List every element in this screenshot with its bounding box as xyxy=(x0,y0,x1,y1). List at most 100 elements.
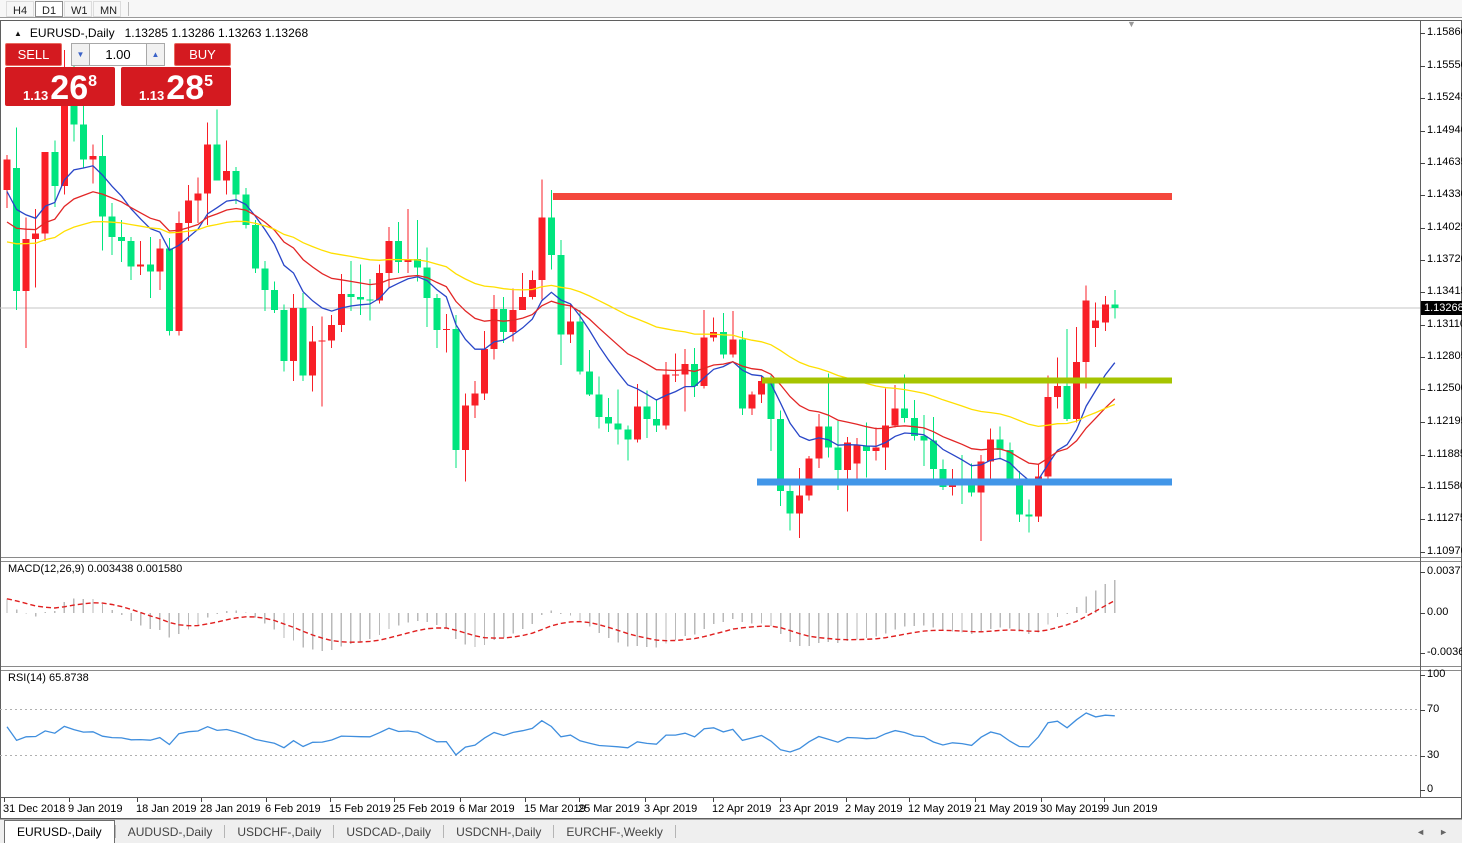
buy-price-display[interactable]: 1.13 28 5 xyxy=(121,67,231,106)
macd-axis-label: 0.00 xyxy=(1427,606,1448,618)
sell-button[interactable]: SELL xyxy=(5,43,62,66)
date-axis-label: 25 Mar 2019 xyxy=(578,803,640,815)
tab-scroll-right-icon[interactable]: ► xyxy=(1439,827,1448,837)
volume-decrease-button[interactable]: ▼ xyxy=(71,43,90,66)
macd-label: MACD(12,26,9) 0.003438 0.001580 xyxy=(8,563,182,575)
rsi-indicator-pane[interactable] xyxy=(0,669,1420,797)
axis-tick xyxy=(1420,228,1425,229)
price-axis-label: 1.11275 xyxy=(1427,512,1462,524)
axis-tick xyxy=(460,798,461,802)
current-price-tag: 1.13268 xyxy=(1421,301,1462,315)
axis-tick xyxy=(645,798,646,802)
tab-eurusd-daily[interactable]: EURUSD-,Daily xyxy=(4,820,115,843)
tab-usdcnh-daily[interactable]: USDCNH-,Daily xyxy=(444,820,553,843)
axis-tick xyxy=(1420,98,1425,99)
collapse-chart-icon[interactable]: ▲ xyxy=(14,29,22,38)
tab-audusd-daily[interactable]: AUDUSD-,Daily xyxy=(116,820,225,843)
one-click-trading-panel: SELL ▼ ▲ BUY 1.13 26 8 1.13 28 5 xyxy=(5,43,231,106)
date-axis-label: 25 Feb 2019 xyxy=(393,803,455,815)
timeframe-button-d1[interactable]: D1 xyxy=(35,1,63,17)
date-axis-label: 2 May 2019 xyxy=(845,803,902,815)
axis-tick xyxy=(525,798,526,802)
date-axis-label: 30 May 2019 xyxy=(1040,803,1104,815)
price-axis-label: 1.12500 xyxy=(1427,382,1462,394)
volume-increase-button[interactable]: ▲ xyxy=(146,43,165,66)
price-axis-label: 1.14635 xyxy=(1427,156,1462,168)
axis-tick xyxy=(1420,552,1425,553)
price-axis-label: 1.13720 xyxy=(1427,253,1462,265)
axis-tick xyxy=(1041,798,1042,802)
axis-tick xyxy=(1420,756,1425,757)
chart-symbol-title: EURUSD-,Daily xyxy=(30,26,115,40)
date-axis-label: 15 Feb 2019 xyxy=(329,803,391,815)
date-axis-label: 31 Dec 2018 xyxy=(3,803,65,815)
date-axis-label: 21 May 2019 xyxy=(974,803,1038,815)
price-axis-label: 1.11580 xyxy=(1427,480,1462,492)
timeframe-button-mn[interactable]: MN xyxy=(93,1,121,17)
axis-tick xyxy=(1420,572,1425,573)
price-axis-label: 1.15245 xyxy=(1427,91,1462,103)
axis-tick xyxy=(1420,653,1425,654)
tab-scroll-left-icon[interactable]: ◄ xyxy=(1416,827,1425,837)
axis-tick xyxy=(1420,675,1425,676)
date-axis-label: 6 Mar 2019 xyxy=(459,803,515,815)
axis-tick xyxy=(201,798,202,802)
price-axis-label: 1.15550 xyxy=(1427,59,1462,71)
axis-tick xyxy=(330,798,331,802)
price-axis-label: 1.10970 xyxy=(1427,545,1462,557)
chart-tab-bar: EURUSD-,Daily AUDUSD-,Daily USDCHF-,Dail… xyxy=(0,819,1462,843)
price-axis-label: 1.12805 xyxy=(1427,350,1462,362)
date-axis-label: 9 Jun 2019 xyxy=(1103,803,1157,815)
axis-tick xyxy=(1420,66,1425,67)
date-axis-label: 28 Jan 2019 xyxy=(200,803,261,815)
trade-panel-controls: SELL ▼ ▲ BUY xyxy=(5,43,231,66)
price-axis-label: 1.11885 xyxy=(1427,448,1462,460)
date-axis-label: 12 May 2019 xyxy=(908,803,972,815)
axis-tick xyxy=(1420,357,1425,358)
axis-tick xyxy=(579,798,580,802)
date-axis-label: 23 Apr 2019 xyxy=(779,803,838,815)
tab-usdcad-daily[interactable]: USDCAD-,Daily xyxy=(334,820,443,843)
spacer xyxy=(165,43,174,66)
macd-axis-label: -0.003682 xyxy=(1427,646,1462,658)
tab-usdchf-daily[interactable]: USDCHF-,Daily xyxy=(225,820,333,843)
axis-tick xyxy=(1420,487,1425,488)
axis-tick xyxy=(1420,455,1425,456)
tab-separator xyxy=(675,825,676,838)
rsi-axis-label: 100 xyxy=(1427,668,1445,680)
chart-ohlc-values: 1.13285 1.13286 1.13263 1.13268 xyxy=(125,26,309,40)
sell-price-figure: 1.13 xyxy=(23,88,48,103)
axis-tick xyxy=(1420,710,1425,711)
axis-tick xyxy=(1420,33,1425,34)
chart-shift-marker-icon[interactable]: ▼ xyxy=(1127,20,1136,29)
trading-terminal-window: H4 D1 W1 MN ▲ EURUSD-,Daily 1.13285 1.13… xyxy=(0,0,1462,843)
timeframe-button-h4[interactable]: H4 xyxy=(6,1,34,17)
date-axis-label: 3 Apr 2019 xyxy=(644,803,697,815)
price-axis-label: 1.14940 xyxy=(1427,124,1462,136)
axis-tick xyxy=(394,798,395,802)
rsi-label: RSI(14) 65.8738 xyxy=(8,672,89,684)
volume-input[interactable] xyxy=(90,43,146,66)
buy-price-point: 5 xyxy=(204,74,213,89)
axis-tick xyxy=(69,798,70,802)
price-axis-label: 1.13110 xyxy=(1427,318,1462,330)
axis-tick xyxy=(1420,292,1425,293)
axis-tick xyxy=(1420,389,1425,390)
buy-price-figure: 1.13 xyxy=(139,88,164,103)
axis-tick xyxy=(1420,422,1425,423)
timeframe-button-w1[interactable]: W1 xyxy=(64,1,92,17)
macd-indicator-pane[interactable] xyxy=(0,560,1420,666)
buy-button[interactable]: BUY xyxy=(174,43,231,66)
axis-tick xyxy=(1420,260,1425,261)
axis-tick xyxy=(1104,798,1105,802)
date-axis-label: 18 Jan 2019 xyxy=(136,803,197,815)
date-axis-border xyxy=(0,797,1462,798)
axis-tick xyxy=(1420,195,1425,196)
axis-tick xyxy=(1420,613,1425,614)
spacer xyxy=(62,43,71,66)
sell-price-display[interactable]: 1.13 26 8 xyxy=(5,67,115,106)
tab-eurchf-weekly[interactable]: EURCHF-,Weekly xyxy=(554,820,674,843)
axis-tick xyxy=(1420,519,1425,520)
axis-tick xyxy=(4,798,5,802)
axis-tick xyxy=(975,798,976,802)
